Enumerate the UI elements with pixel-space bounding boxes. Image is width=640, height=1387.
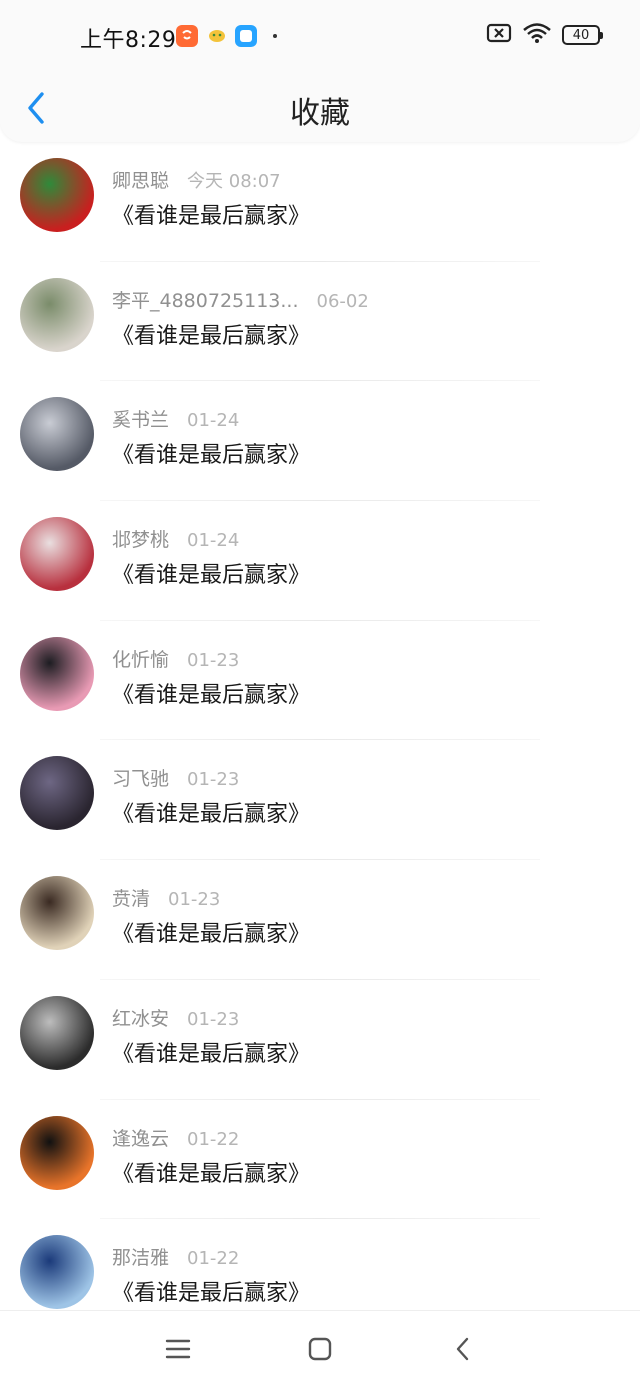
timestamp: 01-23 [187,769,240,791]
chat-app-icon [206,25,228,47]
status-indicators: 40 [486,22,603,48]
favorite-content[interactable]: 《看谁是最后赢家》 [112,437,310,469]
notification-dot-icon [273,34,277,38]
user-name[interactable]: 那洁雅 [112,1243,169,1270]
system-back-button[interactable] [442,1331,482,1367]
timestamp: 01-22 [187,1248,240,1270]
user-name[interactable]: 习飞驰 [112,764,169,791]
battery-icon: 40 [562,25,603,45]
avatar[interactable] [20,158,94,232]
favorites-list[interactable]: 卿思聪 今天 08:07 《看谁是最后赢家》 李平_4880725113... 06… [0,142,640,1310]
menu-icon [165,1339,191,1359]
shopping-app-icon [176,25,198,47]
favorite-content[interactable]: 《看谁是最后赢家》 [112,198,310,230]
user-name[interactable]: 逢逸云 [112,1124,169,1151]
favorite-content[interactable]: 《看谁是最后赢家》 [112,318,310,350]
favorite-content[interactable]: 《看谁是最后赢家》 [112,557,310,589]
timestamp: 01-24 [187,530,240,552]
status-time: 上午8:29 [80,28,177,53]
user-name[interactable]: 李平_4880725113... [112,286,299,313]
user-name[interactable]: 贲清 [112,884,150,911]
avatar[interactable] [20,1235,94,1310]
favorite-content[interactable]: 《看谁是最后赢家》 [112,916,310,948]
wifi-icon [522,22,552,48]
list-item[interactable]: 逢逸云 01-22 《看谁是最后赢家》 [0,1100,640,1220]
user-name[interactable]: 红冰安 [112,1004,169,1031]
avatar[interactable] [20,876,94,951]
user-name[interactable]: 奚书兰 [112,405,169,432]
avatar[interactable] [20,277,94,352]
avatar[interactable] [20,397,94,472]
favorite-content[interactable]: 《看谁是最后赢家》 [112,796,310,828]
recent-apps-button[interactable] [158,1331,198,1367]
user-name[interactable]: 邶梦桃 [112,525,169,552]
message-app-icon [235,25,257,47]
user-name[interactable]: 化忻愉 [112,645,169,672]
timestamp: 今天 08:07 [187,171,281,192]
list-item[interactable]: 化忻愉 01-23 《看谁是最后赢家》 [0,621,640,741]
timestamp: 06-02 [316,290,369,312]
timestamp: 01-24 [187,410,240,432]
list-item[interactable]: 卿思聪 今天 08:07 《看谁是最后赢家》 [0,142,640,262]
avatar[interactable] [20,995,94,1070]
favorite-content[interactable]: 《看谁是最后赢家》 [112,1275,310,1307]
page-title: 收藏 [290,96,350,131]
avatar[interactable] [20,756,94,831]
favorite-content[interactable]: 《看谁是最后赢家》 [112,677,310,709]
system-nav-bar [0,1310,640,1387]
list-item[interactable]: 贲清 01-23 《看谁是最后赢家》 [0,860,640,980]
timestamp: 01-23 [187,649,240,671]
list-item[interactable]: 邶梦桃 01-24 《看谁是最后赢家》 [0,501,640,621]
avatar[interactable] [20,636,94,711]
favorite-content[interactable]: 《看谁是最后赢家》 [112,1156,310,1188]
chevron-left-icon [456,1337,469,1361]
list-item[interactable]: 李平_4880725113... 06-02 《看谁是最后赢家》 [0,262,640,382]
user-name[interactable]: 卿思聪 [112,166,169,193]
timestamp: 01-23 [168,889,221,911]
home-button[interactable] [300,1331,340,1367]
list-item[interactable]: 红冰安 01-23 《看谁是最后赢家》 [0,980,640,1100]
list-item[interactable]: 奚书兰 01-24 《看谁是最后赢家》 [0,381,640,502]
top-header: 上午8:29 40 收藏 [0,0,640,142]
no-sim-icon [486,23,512,47]
avatar[interactable] [20,1115,94,1190]
list-item[interactable]: 习飞驰 01-23 《看谁是最后赢家》 [0,740,640,861]
timestamp: 01-22 [187,1128,240,1150]
list-item[interactable]: 那洁雅 01-22 《看谁是最后赢家》 [0,1219,640,1310]
favorite-content[interactable]: 《看谁是最后赢家》 [112,1036,310,1068]
timestamp: 01-23 [187,1008,240,1030]
home-square-icon [308,1337,332,1361]
avatar[interactable] [20,517,94,592]
